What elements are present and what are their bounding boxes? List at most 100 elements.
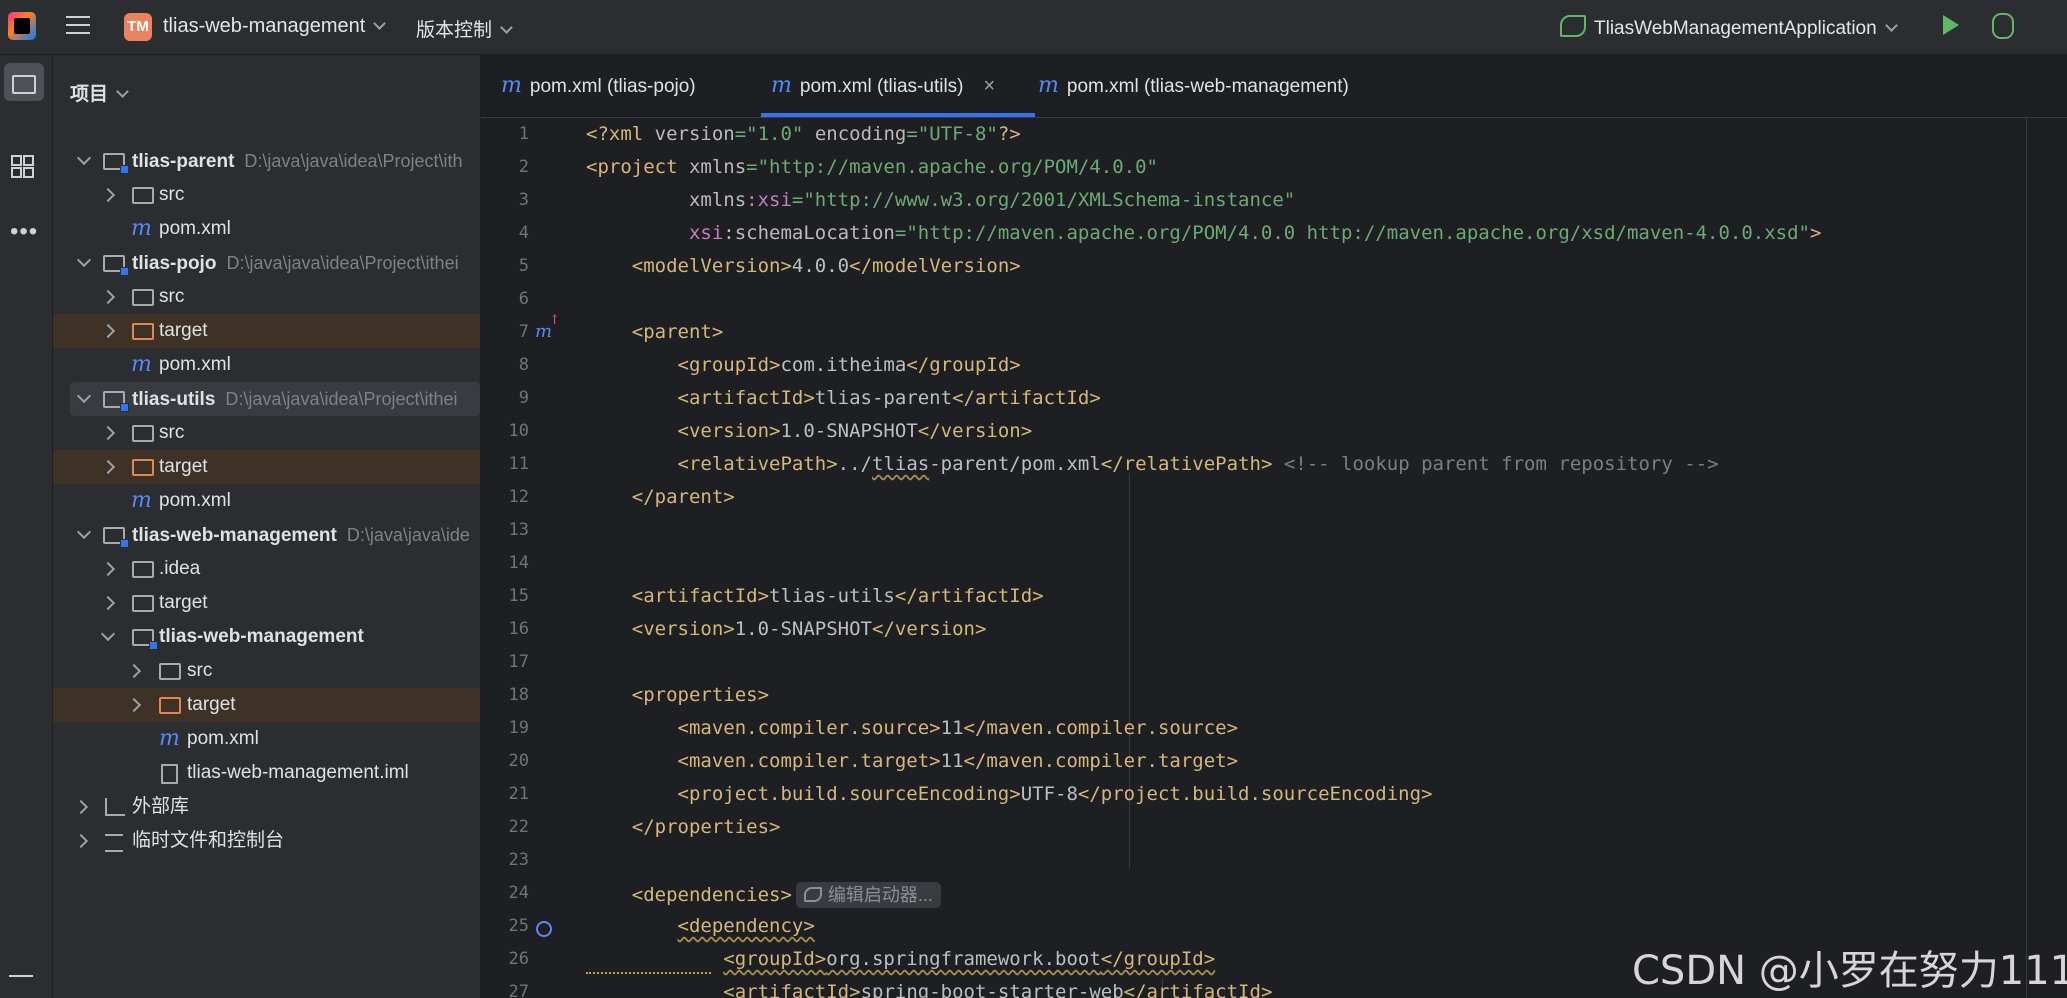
panel-title[interactable]: 项目 <box>70 79 129 106</box>
code-line: <version>1.0-SNAPSHOT</version> <box>631 618 987 640</box>
tree-item-pom[interactable]: m pom.xml <box>53 348 480 382</box>
tree-item-iml[interactable]: tlias-web-management.iml <box>53 756 480 790</box>
chevron-right-icon[interactable] <box>100 289 116 305</box>
tree-item-src[interactable]: src <box>53 654 480 688</box>
folder-icon <box>132 289 154 306</box>
code-line: <maven.compiler.source>11</maven.compile… <box>677 717 1239 739</box>
tree-label: target <box>159 456 208 477</box>
tree-label: 临时文件和控制台 <box>132 830 285 851</box>
excluded-folder-icon <box>132 459 154 476</box>
run-configuration-selector[interactable]: TliasWebManagementApplication <box>1560 15 1898 40</box>
chevron-down-icon[interactable] <box>76 524 92 540</box>
right-margin <box>2026 118 2027 998</box>
tree-item-src[interactable]: src <box>53 280 480 314</box>
module-path: D:\java\java\ide <box>346 525 470 545</box>
tree-label: tlias-web-management D:\java\java\ide <box>132 518 470 553</box>
debug-icon[interactable] <box>1992 13 2014 39</box>
chevron-right-icon[interactable] <box>100 561 116 577</box>
tree-item-pom[interactable]: m pom.xml <box>53 212 480 246</box>
tree-item-submodule[interactable]: tlias-web-management <box>53 620 480 654</box>
folder-icon[interactable] <box>12 75 36 94</box>
tree-item-tlias-utils[interactable]: tlias-utils D:\java\java\idea\Project\ith… <box>70 382 480 416</box>
tab-label: pom.xml (tlias-utils) <box>799 76 964 97</box>
maven-file-icon: m <box>131 216 152 241</box>
tree-item-tlias-pojo[interactable]: tlias-pojo D:\java\java\idea\Project\ithe… <box>53 246 480 280</box>
tab-label: pom.xml (tlias-web-management) <box>1066 76 1349 97</box>
tree-item-external-libraries[interactable]: 外部库 <box>53 790 480 824</box>
line-number: 7 <box>518 322 529 342</box>
chevron-right-icon[interactable] <box>126 663 142 679</box>
edit-starters-hint[interactable]: 编辑启动器... <box>795 882 941 908</box>
chevron-right-icon[interactable] <box>100 595 116 611</box>
tree-label: tlias-web-management.iml <box>187 762 409 783</box>
line-number: 11 <box>508 454 529 474</box>
code-line: xmlns:xsi="http://www.w3.org/2001/XMLSch… <box>688 189 1296 211</box>
run-icon[interactable] <box>1943 15 1959 35</box>
line-number: 1 <box>518 124 529 144</box>
chevron-right-icon[interactable] <box>73 799 89 815</box>
tree-item-src[interactable]: src <box>53 416 480 450</box>
tree-item-idea[interactable]: .idea <box>53 552 480 586</box>
terminal-icon[interactable] <box>9 975 33 997</box>
chevron-down-icon <box>373 17 387 30</box>
chevron-down-icon[interactable] <box>76 388 92 404</box>
chevron-down-icon <box>1884 19 1898 32</box>
dependency-icon[interactable] <box>536 921 552 937</box>
code-line: <relativePath>../tlias-parent/pom.xml</r… <box>677 453 1719 475</box>
tree-item-src[interactable]: src <box>53 178 480 212</box>
chevron-right-icon[interactable] <box>100 459 116 475</box>
chevron-down-icon[interactable] <box>76 252 92 268</box>
chevron-right-icon[interactable] <box>100 187 116 203</box>
project-name: tlias-web-management <box>163 15 366 37</box>
tree-label: target <box>159 320 208 341</box>
run-config-name: TliasWebManagementApplication <box>1594 18 1877 39</box>
chevron-right-icon[interactable] <box>126 697 142 713</box>
tree-label: src <box>159 286 185 307</box>
chevron-right-icon[interactable] <box>100 323 116 339</box>
intellij-logo-icon[interactable] <box>8 12 36 40</box>
project-badge[interactable]: TM <box>124 13 152 41</box>
module-icon <box>132 629 158 650</box>
maven-file-icon: m <box>771 73 792 98</box>
tab-pom-utils[interactable]: m pom.xml (tlias-utils) × <box>760 55 1036 117</box>
tree-item-target[interactable]: target <box>53 450 480 484</box>
chevron-down-icon[interactable] <box>100 626 116 642</box>
tree-item-target[interactable]: target <box>53 688 480 722</box>
tree-item-tlias-web-management[interactable]: tlias-web-management D:\java\java\ide <box>53 518 480 552</box>
more-tools-icon[interactable]: ••• <box>10 218 38 246</box>
tree-item-pom[interactable]: m pom.xml <box>53 722 480 756</box>
code-line: </properties> <box>631 816 781 838</box>
chevron-right-icon[interactable] <box>100 425 116 441</box>
code-line: <modelVersion>4.0.0</modelVersion> <box>631 255 1021 277</box>
project-selector[interactable]: tlias-web-management <box>163 15 387 38</box>
chevron-down-icon <box>116 85 129 98</box>
tree-item-target[interactable]: target <box>53 586 480 620</box>
tree-label: .idea <box>159 558 201 579</box>
tree-item-scratches[interactable]: 临时文件和控制台 <box>53 824 480 858</box>
main-menu-icon[interactable] <box>66 16 90 36</box>
code-editor[interactable]: 1 2 3 4 5 6 7 8 9 10 11 12 13 14 15 16 17 18 19 20 21 22 23 24 2… <box>481 118 2067 998</box>
line-number: 16 <box>508 619 529 639</box>
code-line: <?xml version="1.0" encoding="UTF-8"?> <box>586 123 1021 145</box>
line-number: 12 <box>508 487 529 507</box>
inlay-hint-label: 编辑启动器... <box>827 885 933 905</box>
title-bar: TM tlias-web-management 版本控制 TliasWebMan… <box>0 0 2067 55</box>
code-line: <project xmlns="http://maven.apache.org/… <box>586 156 1158 178</box>
code-line: <project.build.sourceEncoding>UTF-8</pro… <box>677 783 1433 805</box>
code-line: <artifactId>spring-boot-starter-web</art… <box>723 981 1273 998</box>
tree-item-tlias-parent[interactable]: tlias-parent D:\java\java\idea\Project\it… <box>53 144 480 178</box>
code-line: <groupId>org.springframework.boot</group… <box>723 948 1216 970</box>
tree-item-pom[interactable]: m pom.xml <box>53 484 480 518</box>
module-path: D:\java\java\idea\Project\ithei <box>225 389 458 409</box>
line-number: 18 <box>508 685 529 705</box>
chevron-down-icon[interactable] <box>76 150 92 166</box>
tab-pom-web-management[interactable]: m pom.xml (tlias-web-management) <box>1038 55 1349 117</box>
vcs-menu[interactable]: 版本控制 <box>416 15 513 42</box>
chevron-right-icon[interactable] <box>73 833 89 849</box>
close-icon[interactable]: × <box>984 75 996 97</box>
structure-icon[interactable] <box>11 155 34 179</box>
tree-label-text: tlias-web-management <box>132 525 337 546</box>
maven-parent-icon[interactable]: m <box>535 313 560 342</box>
tree-item-target[interactable]: target <box>53 314 480 348</box>
tab-pom-pojo[interactable]: m pom.xml (tlias-pojo) <box>501 55 696 117</box>
